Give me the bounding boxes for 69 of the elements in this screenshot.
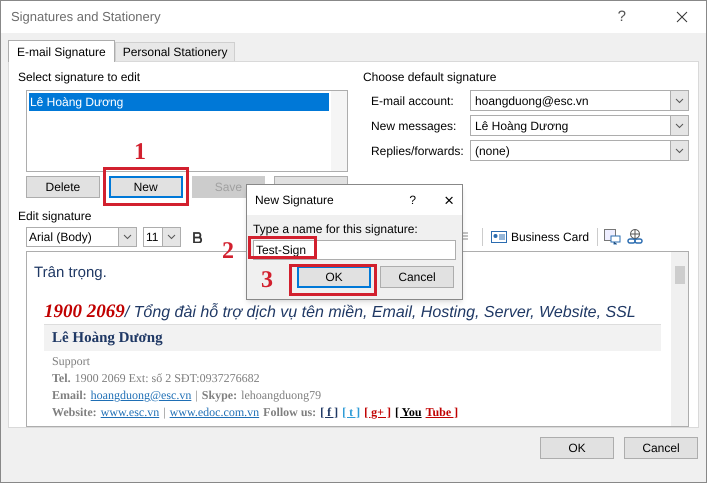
- size-dropdown[interactable]: 11: [143, 227, 181, 247]
- chevron-down-icon: [675, 148, 684, 154]
- signature-text: Skype:: [202, 387, 238, 404]
- cancel-button[interactable]: Cancel: [380, 266, 454, 288]
- dropdown-button[interactable]: [670, 116, 688, 135]
- signature-text: 1900 2069 Ext: số 2 SĐT:0937276682: [74, 370, 260, 387]
- scrollbar[interactable]: [331, 91, 347, 171]
- chevron-down-icon: [167, 234, 176, 240]
- list-action-button[interactable]: New: [108, 176, 182, 198]
- ok-button[interactable]: OK: [540, 437, 614, 459]
- link[interactable]: www.edoc.com.vn: [170, 404, 260, 421]
- tagline-text: / Tổng đài hỗ trợ dịch vụ tên miền, Email, Hosting, Server, Website, SSL: [124, 302, 636, 323]
- signature-text: Follow us:: [263, 404, 316, 421]
- link[interactable]: www.esc.vn: [100, 404, 160, 421]
- signature-name: Lê Hoàng Dương: [52, 328, 163, 348]
- dropdown-field[interactable]: (none): [470, 140, 689, 161]
- signature-text: |: [195, 387, 198, 404]
- dropdown-button[interactable]: [670, 91, 688, 110]
- chevron-down-icon: [123, 234, 132, 240]
- help-button[interactable]: ?: [618, 6, 626, 28]
- scrollbar[interactable]: [671, 252, 688, 426]
- section-title: Choose default signature: [363, 69, 498, 86]
- cancel-button[interactable]: Cancel: [624, 437, 698, 459]
- social-link[interactable]: Tube ]: [426, 404, 458, 421]
- chevron-down-icon: [675, 98, 684, 104]
- signature-text: lehoangduong79: [241, 387, 322, 404]
- close-icon[interactable]: [676, 11, 688, 23]
- prompt-label: Type a name for this signature:: [253, 221, 419, 238]
- dropdown-button[interactable]: [118, 228, 136, 246]
- hyperlink-icon[interactable]: [627, 229, 643, 245]
- bold-icon[interactable]: [193, 232, 203, 242]
- signature-text: Support: [52, 353, 90, 370]
- social-link[interactable]: [ You: [395, 404, 422, 421]
- step-number: 2: [222, 239, 234, 263]
- highlight-frame: [248, 236, 317, 259]
- field-label: E-mail account:: [371, 92, 455, 110]
- tab[interactable]: Personal Stationery: [114, 42, 236, 61]
- section-title: Select signature to edit: [18, 69, 142, 86]
- ok-button[interactable]: OK: [297, 266, 371, 288]
- signature-text: Tel.: [52, 370, 71, 387]
- signature-text: Email:: [52, 387, 87, 404]
- chevron-down-icon: [675, 122, 684, 128]
- list-item[interactable]: Lê Hoàng Dương: [29, 93, 329, 111]
- link[interactable]: hoangduong@esc.vn: [90, 387, 192, 404]
- dropdown-button[interactable]: [162, 228, 180, 246]
- contact-card-icon: [490, 231, 507, 243]
- close-button[interactable]: ×: [444, 192, 454, 208]
- dropdown-field[interactable]: hoangduong@esc.vn: [470, 90, 689, 111]
- picture-icon[interactable]: [604, 229, 621, 245]
- step-number: 1: [134, 140, 146, 164]
- step-number: 3: [261, 268, 273, 292]
- field-label: Replies/forwards:: [371, 142, 465, 160]
- field-label: New messages:: [371, 118, 458, 134]
- dropdown-field[interactable]: Lê Hoàng Dương: [470, 115, 689, 136]
- list-action-button[interactable]: Delete: [26, 176, 100, 198]
- help-button[interactable]: ?: [409, 191, 416, 209]
- signature-text: |: [163, 404, 166, 421]
- dropdown-button[interactable]: [670, 141, 688, 160]
- window-title: Signatures and Stationery: [11, 8, 161, 26]
- business-card-button[interactable]: Business Card: [488, 228, 591, 246]
- font-dropdown[interactable]: Arial (Body): [26, 227, 137, 247]
- social-link[interactable]: [ f ]: [320, 404, 338, 421]
- social-link[interactable]: [ g+ ]: [364, 404, 392, 421]
- section-title: Edit signature: [18, 208, 92, 225]
- signature-text: Website:: [52, 404, 97, 421]
- greeting-text: Trân trọng.: [34, 264, 107, 282]
- hotline-number: 1900 2069: [44, 301, 125, 323]
- tab[interactable]: E-mail Signature: [8, 40, 115, 62]
- signature-name-field[interactable]: Test-Sign: [253, 240, 456, 260]
